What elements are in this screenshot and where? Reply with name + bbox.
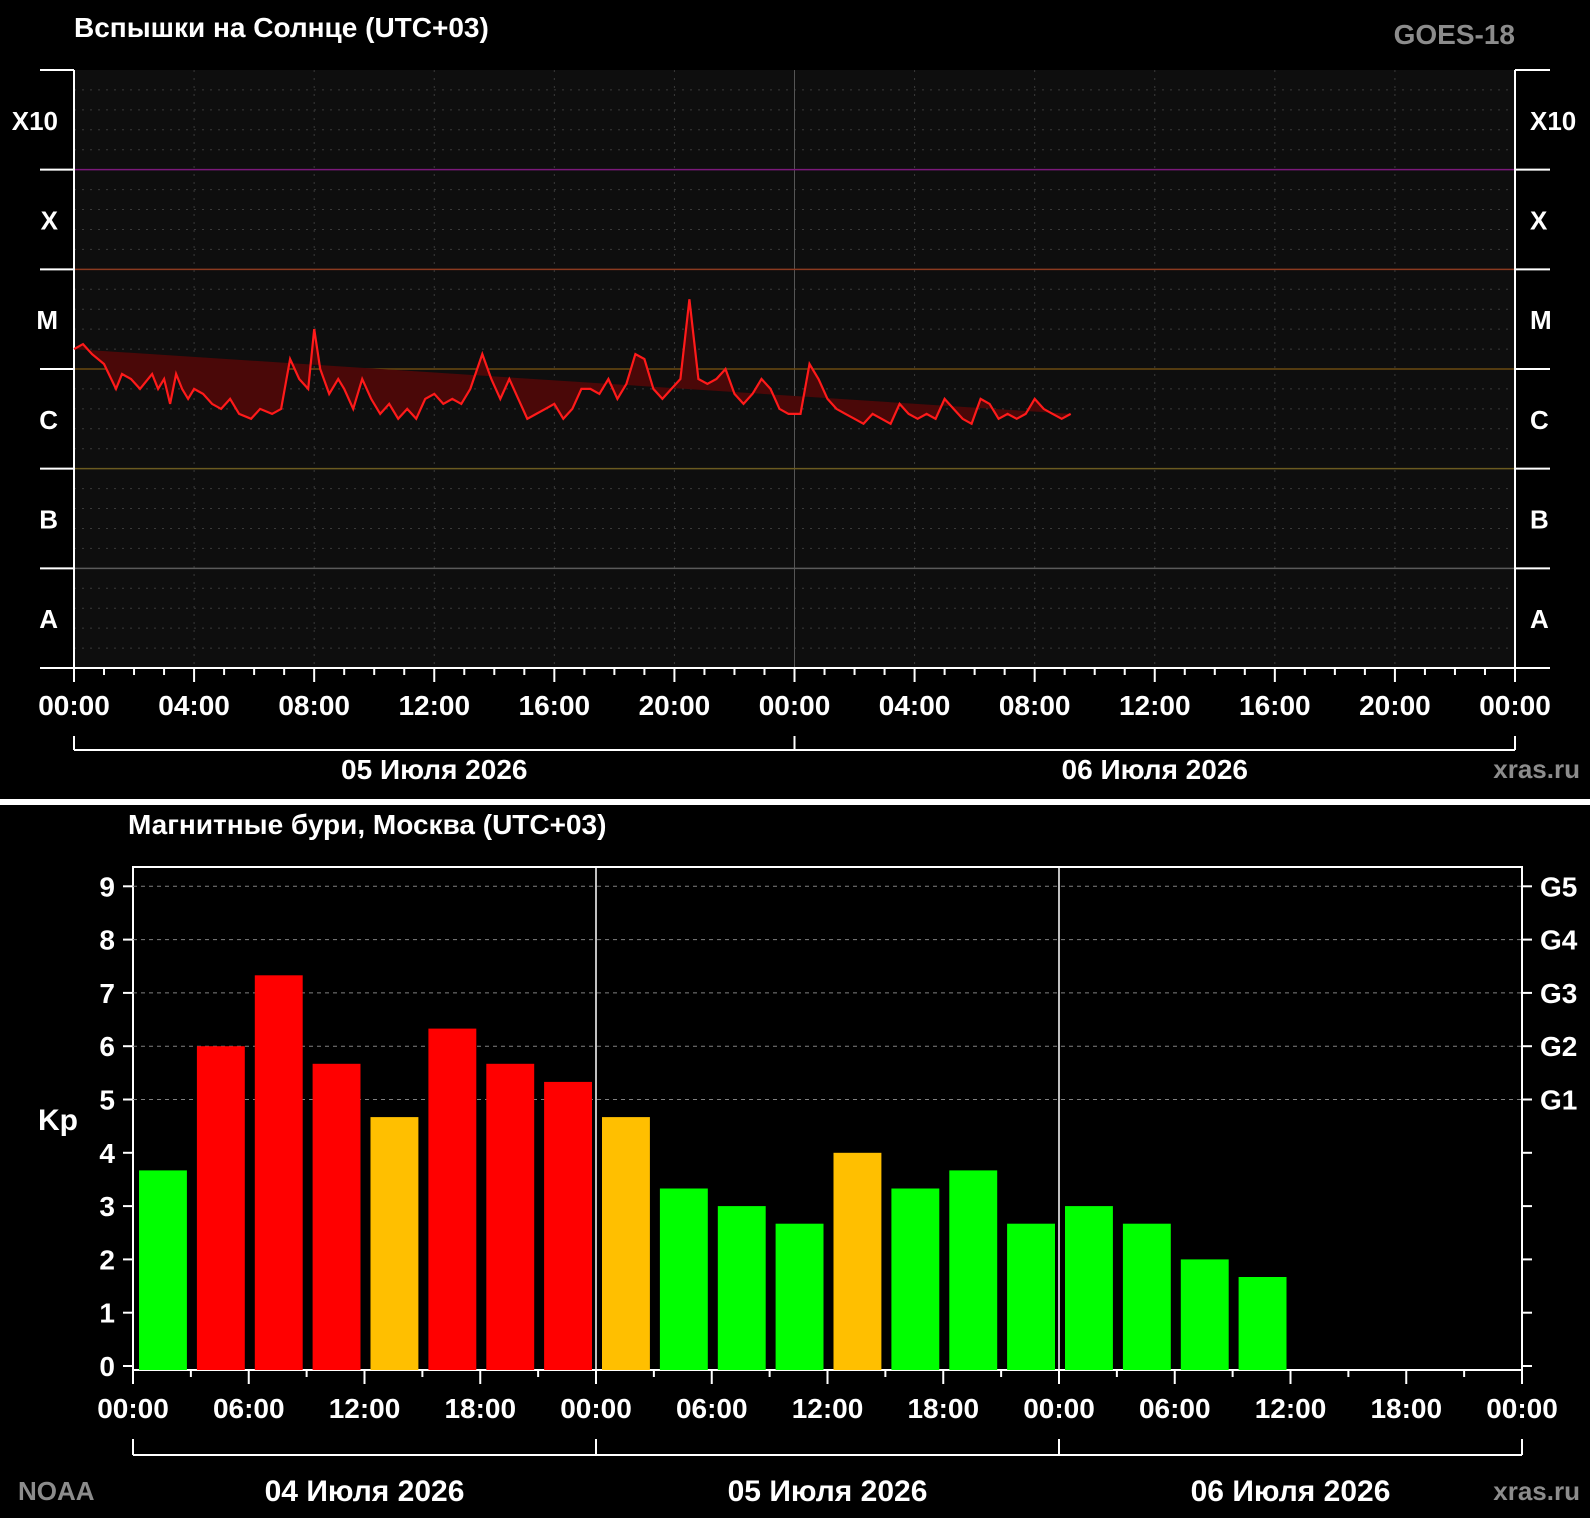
kp-bar (312, 1063, 361, 1370)
kp-bar (1238, 1277, 1287, 1370)
flares-x-tick-label: 04:00 (879, 690, 951, 721)
kp-y-tick-label: 2 (99, 1244, 115, 1275)
flares-x-tick-label: 20:00 (639, 690, 711, 721)
flare-class-label-left: M (36, 305, 58, 335)
kp-y-tick-label: 4 (99, 1138, 115, 1169)
flares-x-tick-label: 04:00 (158, 690, 230, 721)
kp-bar (139, 1170, 187, 1370)
kp-credit: xras.ru (1493, 1476, 1580, 1506)
kp-bar (833, 1152, 882, 1370)
kp-panel: Магнитные бури, Москва (UTC+03) Kp NOAA … (0, 805, 1590, 1518)
flares-x-tick-label: 12:00 (1119, 690, 1191, 721)
kp-y-tick-label: 6 (99, 1031, 115, 1062)
noaa-credit: NOAA (18, 1476, 95, 1506)
g-scale-label: G5 (1540, 871, 1577, 902)
kp-chart-title: Магнитные бури, Москва (UTC+03) (128, 809, 606, 840)
kp-bar (602, 1117, 650, 1370)
kp-bar (1007, 1223, 1055, 1370)
kp-date-label: 04 Июля 2026 (265, 1475, 465, 1508)
flares-x-tick-label: 00:00 (38, 690, 110, 721)
flare-class-label-right: C (1530, 405, 1549, 435)
flare-class-label-right: M (1530, 305, 1552, 335)
kp-bar (1065, 1206, 1113, 1370)
flares-date-label: 05 Июля 2026 (341, 754, 527, 785)
kp-x-tick-label: 00:00 (1486, 1393, 1558, 1424)
kp-x-tick-label: 18:00 (444, 1393, 516, 1424)
flares-x-tick-label: 00:00 (759, 690, 831, 721)
flares-x-tick-label: 08:00 (278, 690, 350, 721)
kp-y-axis-label: Kp (38, 1104, 78, 1137)
kp-y-tick-label: 8 (99, 925, 115, 956)
kp-bar (775, 1223, 824, 1370)
kp-x-tick-label: 00:00 (560, 1393, 632, 1424)
flares-x-tick-label: 16:00 (519, 690, 591, 721)
kp-bar (254, 975, 303, 1370)
flare-class-label-left: X (41, 206, 59, 236)
satellite-label: GOES-18 (1394, 19, 1515, 50)
kp-index-chart: Магнитные бури, Москва (UTC+03) Kp NOAA … (18, 809, 1580, 1508)
flares-x-tick-label: 08:00 (999, 690, 1071, 721)
flare-class-label-right: X (1530, 206, 1548, 236)
flares-x-tick-label: 00:00 (1479, 690, 1551, 721)
kp-bar (428, 1028, 477, 1370)
kp-bar (196, 1046, 245, 1370)
flare-class-label-right: B (1530, 505, 1549, 535)
kp-y-tick-label: 3 (99, 1191, 115, 1222)
kp-bar (486, 1063, 535, 1370)
flare-class-label-right: X10 (1530, 106, 1576, 136)
kp-x-tick-label: 18:00 (907, 1393, 979, 1424)
g-scale-label: G1 (1540, 1085, 1577, 1116)
flares-date-label: 06 Июля 2026 (1062, 754, 1248, 785)
g-scale-label: G4 (1540, 925, 1578, 956)
kp-y-tick-label: 5 (99, 1085, 115, 1116)
kp-x-tick-label: 06:00 (1139, 1393, 1211, 1424)
flares-credit: xras.ru (1493, 754, 1580, 784)
kp-date-label: 05 Июля 2026 (728, 1475, 928, 1508)
kp-x-tick-label: 18:00 (1370, 1393, 1442, 1424)
flares-x-tick-label: 20:00 (1359, 690, 1431, 721)
kp-x-tick-label: 12:00 (1255, 1393, 1327, 1424)
kp-bar (370, 1117, 419, 1370)
flare-class-label-left: X10 (12, 106, 58, 136)
kp-bar (1122, 1223, 1171, 1370)
kp-bar (544, 1081, 592, 1370)
kp-x-tick-label: 00:00 (1023, 1393, 1095, 1424)
flares-chart-title: Вспышки на Солнце (UTC+03) (74, 12, 489, 43)
kp-date-label: 06 Июля 2026 (1191, 1475, 1391, 1508)
kp-x-tick-label: 06:00 (213, 1393, 285, 1424)
g-scale-label: G2 (1540, 1031, 1577, 1062)
kp-x-tick-label: 12:00 (329, 1393, 401, 1424)
kp-y-tick-label: 9 (99, 871, 115, 902)
flare-class-label-right: A (1530, 604, 1549, 634)
kp-bar (1180, 1259, 1229, 1370)
kp-y-tick-label: 7 (99, 978, 115, 1009)
kp-bar (659, 1188, 708, 1370)
flare-class-label-left: A (39, 604, 58, 634)
flares-x-tick-label: 12:00 (398, 690, 470, 721)
kp-bar (891, 1188, 940, 1370)
kp-y-tick-label: 0 (99, 1351, 115, 1382)
solar-flares-chart: Вспышки на Солнце (UTC+03) GOES-18 xras.… (12, 12, 1580, 785)
kp-bar (717, 1206, 766, 1370)
flares-x-tick-label: 16:00 (1239, 690, 1311, 721)
flare-class-label-left: B (39, 505, 58, 535)
kp-x-tick-label: 06:00 (676, 1393, 748, 1424)
flare-class-label-left: C (39, 405, 58, 435)
g-scale-label: G3 (1540, 978, 1577, 1009)
kp-x-tick-label: 00:00 (97, 1393, 169, 1424)
kp-y-tick-label: 1 (99, 1298, 115, 1329)
solar-flares-panel: Вспышки на Солнце (UTC+03) GOES-18 xras.… (0, 0, 1590, 790)
kp-bar (949, 1170, 998, 1370)
kp-x-tick-label: 12:00 (792, 1393, 864, 1424)
